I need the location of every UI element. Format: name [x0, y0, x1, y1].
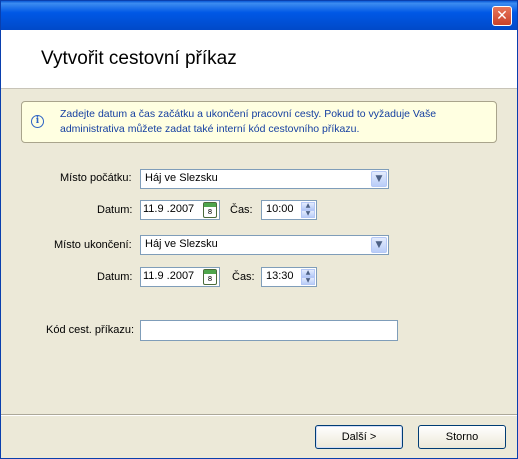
footer-divider: [1, 414, 517, 416]
calendar-icon[interactable]: 8: [203, 269, 217, 285]
close-button[interactable]: ✕: [492, 6, 512, 26]
spin-down-icon[interactable]: ▼: [301, 210, 315, 218]
end-place-combo[interactable]: Háj ve Slezsku ▼: [140, 235, 389, 255]
info-banner: i Zadejte datum a čas začátku a ukončení…: [21, 101, 497, 143]
end-date-field[interactable]: 11.9 .2007 8: [140, 267, 220, 287]
spin-up-icon[interactable]: ▲: [301, 269, 315, 277]
page-title: Vytvořit cestovní příkaz: [41, 48, 237, 69]
info-icon: i: [31, 115, 44, 128]
calendar-icon[interactable]: 8: [203, 202, 217, 218]
cancel-button[interactable]: Storno: [418, 425, 506, 449]
dialog-window: ✕ Vytvořit cestovní příkaz i Zadejte dat…: [0, 0, 518, 459]
end-time-value: 13:30: [266, 270, 294, 282]
next-button[interactable]: Další >: [315, 425, 403, 449]
end-place-value: Háj ve Slezsku: [145, 238, 218, 250]
end-place-label: Místo ukončení:: [54, 239, 132, 251]
start-time-label: Čas:: [230, 204, 253, 216]
title-bar[interactable]: ✕: [1, 1, 517, 30]
start-place-combo[interactable]: Háj ve Slezsku ▼: [140, 169, 389, 189]
end-time-label: Čas:: [232, 271, 255, 283]
spin-up-icon[interactable]: ▲: [301, 202, 315, 210]
dialog-header: Vytvořit cestovní příkaz: [1, 30, 517, 89]
code-input[interactable]: [140, 320, 398, 341]
start-date-label: Datum:: [97, 204, 133, 216]
end-time-spinner[interactable]: 13:30 ▲ ▼: [261, 267, 317, 287]
start-date-value: 11.9 .2007: [143, 203, 195, 215]
end-date-value: 11.9 .2007: [143, 270, 195, 282]
chevron-down-icon[interactable]: ▼: [371, 237, 387, 253]
chevron-down-icon[interactable]: ▼: [371, 171, 387, 187]
close-icon: ✕: [496, 8, 508, 24]
info-text: Zadejte datum a čas začátku a ukončení p…: [60, 108, 437, 135]
start-place-label: Místo počátku:: [60, 172, 132, 184]
start-time-value: 10:00: [266, 203, 294, 215]
code-label: Kód cest. příkazu:: [46, 324, 135, 336]
start-time-spinner[interactable]: 10:00 ▲ ▼: [261, 200, 317, 220]
start-place-value: Háj ve Slezsku: [145, 172, 218, 184]
spin-down-icon[interactable]: ▼: [301, 277, 315, 285]
start-date-field[interactable]: 11.9 .2007 8: [140, 200, 220, 220]
end-date-label: Datum:: [97, 271, 133, 283]
